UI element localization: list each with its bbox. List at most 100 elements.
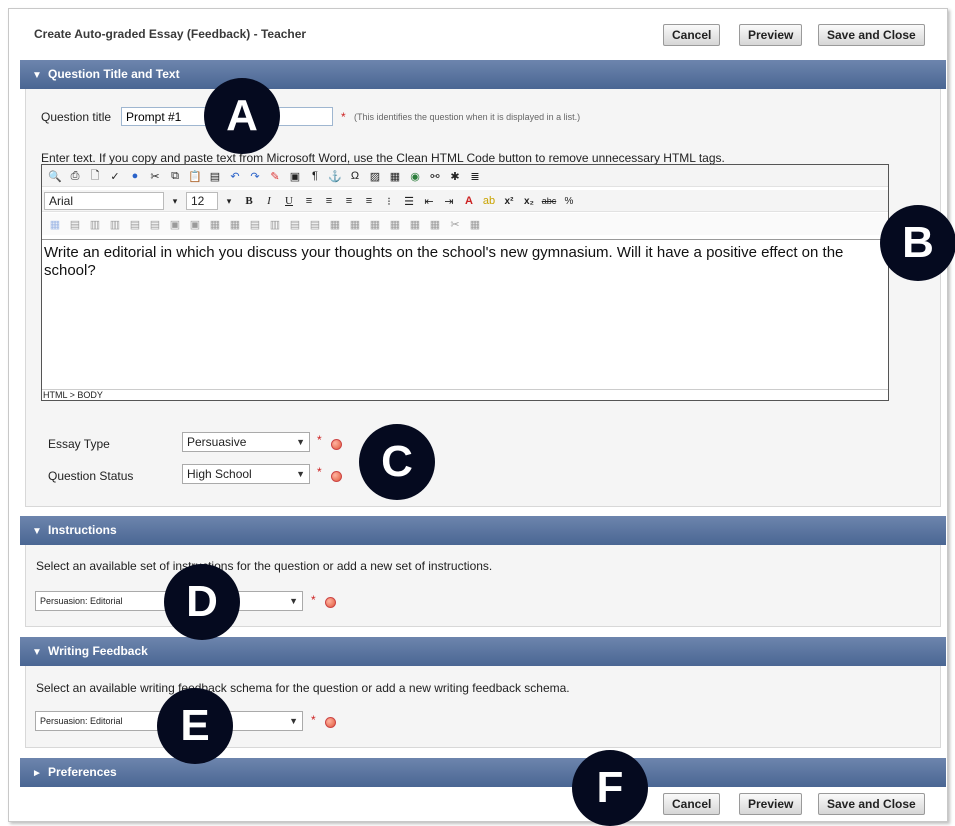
question-status-value: High School (187, 467, 252, 481)
help-icon[interactable] (331, 439, 342, 450)
toolbar-row-2: Arial ▾ 12 ▾ B I U ≡ ≡ ≡ ≡ ⁝ ☰ ⇤ ⇥ A ab … (42, 190, 888, 212)
section-header-instructions[interactable]: ▼ Instructions (20, 516, 946, 545)
help-icon[interactable]: ● (126, 167, 144, 185)
paragraph-icon[interactable]: ¶ (306, 167, 324, 185)
chevron-down-icon[interactable]: ▾ (166, 192, 184, 210)
preview-button-top[interactable]: Preview (739, 24, 803, 46)
row-prop-icon: ▤ (249, 218, 261, 231)
preview-icon[interactable]: 🗋 (86, 167, 104, 185)
delete-table-icon: ▦ (429, 218, 441, 231)
cell-icon: ▦ (209, 218, 221, 231)
ordered-list-icon[interactable]: ⁝ (380, 192, 398, 210)
toolbar-row-1: 🔍 ⎙ 🗋 ✓ ● ✂ ⧉ 📋 ▤ ↶ ↷ ✎ ▣ ¶ ⚓ Ω ▨ ▦ ◉ ⚯ … (42, 165, 888, 187)
table-options-icon: ▦ (469, 218, 481, 231)
special-char-icon[interactable]: Ω (346, 167, 364, 185)
strikethrough-icon[interactable]: abc (540, 192, 558, 210)
essay-type-select[interactable]: Persuasive ▼ (182, 432, 310, 452)
insert-below-icon: ▤ (309, 218, 321, 231)
toolbar-row-table: ▦ ▤ ▥ ▥ ▤ ▤ ▣ ▣ ▦ ▦ ▤ ▥ ▤ ▤ ▦ ▦ ▦ ▦ ▦ ▦ … (42, 213, 888, 235)
chevron-down-icon[interactable]: ▾ (220, 192, 238, 210)
help-icon[interactable] (325, 597, 336, 608)
font-name-select[interactable]: Arial (44, 192, 164, 210)
insert-col-icon: ▥ (109, 218, 121, 231)
section-title: Question Title and Text (48, 67, 180, 81)
required-mark: * (311, 593, 316, 607)
highlight-icon[interactable]: ab (480, 192, 498, 210)
redo-icon[interactable]: ↷ (246, 167, 264, 185)
delete-cell-icon: ▦ (329, 218, 341, 231)
question-title-label: Question title (41, 110, 112, 124)
font-color-icon[interactable]: A (460, 192, 478, 210)
required-mark: * (317, 433, 322, 447)
subscript-icon[interactable]: x₂ (520, 192, 538, 210)
save-close-button-top[interactable]: Save and Close (818, 24, 925, 46)
print-icon[interactable]: ⎙ (66, 167, 84, 185)
help-icon[interactable] (325, 717, 336, 728)
undo-icon[interactable]: ↶ (226, 167, 244, 185)
delete-col-icon: ▤ (149, 218, 161, 231)
spellcheck-icon[interactable]: ✓ (106, 167, 124, 185)
editor-instructions: Enter text. If you copy and paste text f… (41, 151, 725, 165)
outdent-icon[interactable]: ⇤ (420, 192, 438, 210)
triangle-down-icon: ▼ (32, 526, 42, 537)
section-title: Instructions (48, 523, 117, 537)
insert-row-icon: ▥ (89, 218, 101, 231)
format-icon[interactable]: ≣ (466, 167, 484, 185)
paste-icon[interactable]: 📋 (186, 167, 204, 185)
eraser-icon[interactable]: ✎ (266, 167, 284, 185)
percent-icon[interactable]: % (560, 192, 578, 210)
unlink-icon[interactable]: ⚯ (426, 167, 444, 185)
anchor-icon[interactable]: ⚓ (326, 167, 344, 185)
indent-icon[interactable]: ⇥ (440, 192, 458, 210)
clean-html-icon[interactable]: ▦ (386, 167, 404, 185)
delete-row-icon: ▤ (129, 218, 141, 231)
align-center-icon[interactable]: ≡ (320, 192, 338, 210)
align-left-icon[interactable]: ≡ (300, 192, 318, 210)
section-header-writing-feedback[interactable]: ▼ Writing Feedback (20, 637, 946, 666)
save-close-button-bottom[interactable]: Save and Close (818, 793, 925, 815)
cut-icon[interactable]: ✂ (146, 167, 164, 185)
split-cell-icon: ▦ (349, 218, 361, 231)
font-size-select[interactable]: 12 (186, 192, 218, 210)
section-title: Writing Feedback (48, 644, 148, 658)
cancel-button-top[interactable]: Cancel (663, 24, 721, 46)
image-icon[interactable]: ▨ (366, 167, 384, 185)
help-icon[interactable] (331, 471, 342, 482)
split-icon: ▣ (189, 218, 201, 231)
chevron-down-icon: ▼ (289, 596, 298, 606)
underline-icon[interactable]: U (280, 192, 298, 210)
editor-path: HTML > BODY (42, 389, 888, 401)
page-title: Create Auto-graded Essay (Feedback) - Te… (34, 27, 307, 41)
triangle-down-icon: ▼ (32, 70, 42, 81)
editor-content[interactable]: Write an editorial in which you discuss … (42, 239, 888, 389)
merge-right-icon: ▦ (389, 218, 401, 231)
italic-icon[interactable]: I (260, 192, 278, 210)
writing-feedback-value: Persuasion: Editorial (40, 716, 123, 726)
cell-prop-icon: ▦ (229, 218, 241, 231)
unordered-list-icon[interactable]: ☰ (400, 192, 418, 210)
table-icon[interactable]: ▦ (46, 215, 64, 233)
paste-text-icon[interactable]: ▤ (206, 167, 224, 185)
align-right-icon[interactable]: ≡ (340, 192, 358, 210)
callout-badge-a: A (204, 78, 280, 154)
justify-icon[interactable]: ≡ (360, 192, 378, 210)
cell-align-icon: ▦ (409, 218, 421, 231)
section-header-preferences[interactable]: ► Preferences (20, 758, 946, 787)
section-header-question[interactable]: ▼ Question Title and Text (20, 60, 946, 89)
writing-feedback-text: Select an available writing feedback sch… (36, 681, 570, 695)
link-icon[interactable]: ◉ (406, 167, 424, 185)
hr-icon[interactable]: ✱ (446, 167, 464, 185)
question-status-select[interactable]: High School ▼ (182, 464, 310, 484)
find-icon[interactable]: 🔍 (46, 167, 64, 185)
chevron-down-icon: ▼ (296, 469, 305, 479)
superscript-icon[interactable]: x² (500, 192, 518, 210)
table-prop-icon: ▤ (69, 218, 81, 231)
preview-button-bottom[interactable]: Preview (739, 793, 803, 815)
bold-icon[interactable]: B (240, 192, 258, 210)
callout-badge-e: E (157, 688, 233, 764)
merge-down-icon: ▦ (369, 218, 381, 231)
question-title-hint: (This identifies the question when it is… (354, 112, 581, 122)
clean-word-icon[interactable]: ▣ (286, 167, 304, 185)
cancel-button-bottom[interactable]: Cancel (663, 793, 721, 815)
copy-icon[interactable]: ⧉ (166, 167, 184, 185)
